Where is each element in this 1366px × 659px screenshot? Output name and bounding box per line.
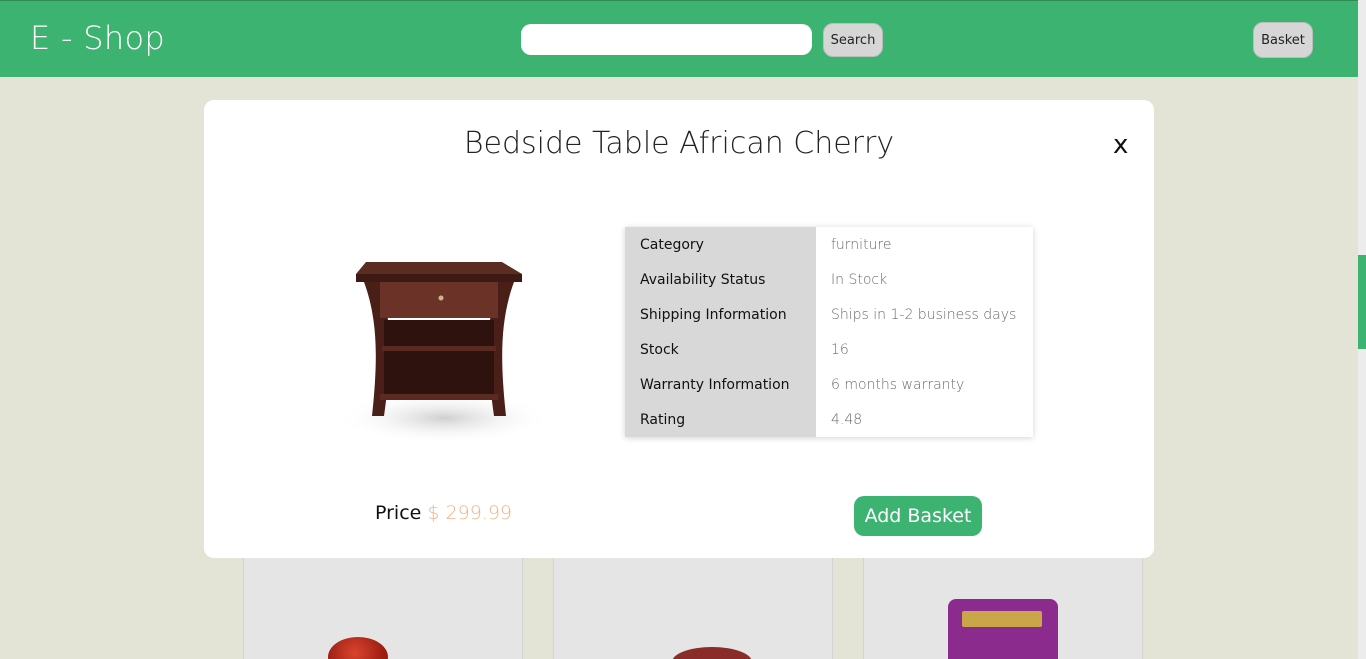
price: Price $ 299.99 (375, 502, 512, 524)
apple-image (328, 637, 388, 659)
table-row: Availability Status In Stock (625, 262, 1033, 297)
info-label: Warranty Information (625, 367, 816, 402)
close-icon[interactable]: x (1113, 130, 1128, 160)
info-label: Shipping Information (625, 297, 816, 332)
info-value: 6 months warranty (816, 367, 1033, 402)
info-value: 16 (816, 332, 1033, 367)
info-label: Stock (625, 332, 816, 367)
table-row: Stock 16 (625, 332, 1033, 367)
pouch-label (962, 611, 1042, 627)
cat-food-pouch-image (948, 599, 1058, 659)
info-label: Rating (625, 402, 816, 437)
product-card[interactable] (863, 548, 1143, 659)
table-row: Rating 4.48 (625, 402, 1033, 437)
bedside-table-image (336, 262, 552, 444)
basket-button[interactable]: Basket (1253, 22, 1313, 58)
table-row: Category furniture (625, 227, 1033, 262)
product-card[interactable] (553, 548, 833, 659)
brand-logo[interactable]: E - Shop (30, 19, 165, 57)
table-row: Warranty Information 6 months warranty (625, 367, 1033, 402)
scrollbar-thumb[interactable] (1358, 255, 1366, 349)
info-label: Availability Status (625, 262, 816, 297)
add-basket-button[interactable]: Add Basket (854, 496, 982, 536)
price-label: Price (375, 502, 422, 524)
search-input[interactable] (521, 24, 812, 55)
page: E - Shop Search Basket Bedside Table Afr… (0, 0, 1366, 659)
product-card[interactable] (243, 548, 523, 659)
modal-title: Bedside Table African Cherry (463, 126, 895, 161)
info-value: Ships in 1-2 business days (816, 297, 1033, 332)
product-info-table: Category furniture Availability Status I… (625, 227, 1033, 437)
price-value: $ 299.99 (427, 502, 513, 524)
search-button[interactable]: Search (823, 23, 883, 57)
top-navbar: E - Shop Search Basket (0, 0, 1358, 77)
info-value: furniture (816, 227, 1033, 262)
info-value: 4.48 (816, 402, 1033, 437)
meat-image (672, 647, 752, 659)
info-value: In Stock (816, 262, 1033, 297)
product-detail-modal: Bedside Table African Cherry x Category … (204, 100, 1154, 558)
table-row: Shipping Information Ships in 1-2 busine… (625, 297, 1033, 332)
info-label: Category (625, 227, 816, 262)
